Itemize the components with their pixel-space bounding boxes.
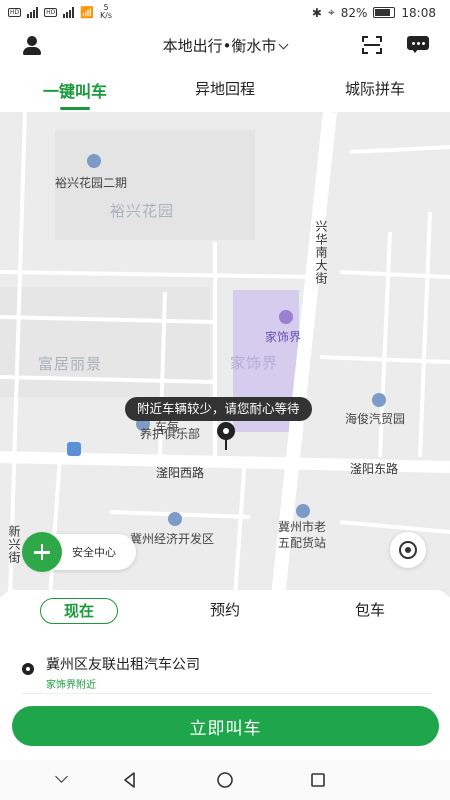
bluetooth-icon: ✱: [311, 5, 322, 20]
booking-panel: 现在 预约 包车 冀州区友联出租汽车公司 家饰界附近 立即叫车: [0, 590, 450, 760]
hide-keyboard-icon[interactable]: [52, 770, 72, 790]
map-label-haijun: 海俊汽贸园: [345, 412, 406, 426]
map-label-fuyang-east: 滏阳东路: [350, 462, 399, 476]
wait-tooltip: 附近车辆较少，请您耐心等待: [125, 397, 312, 421]
map-label-fuyang-west: 滏阳西路: [156, 466, 205, 480]
safety-center-button[interactable]: 安全中心: [22, 532, 136, 572]
service-tabs: 一键叫车 异地回程 城际拼车: [0, 66, 450, 112]
tab-intercity-carpool[interactable]: 城际拼车: [300, 66, 450, 112]
station-poi-icon: [296, 504, 310, 518]
map-label-xinghua-street: 兴华南大街: [314, 220, 328, 285]
map-label-fuju: 富居丽景: [38, 355, 103, 373]
page-title: 本地出行•衡水市: [162, 37, 277, 55]
scan-icon[interactable]: [362, 36, 382, 54]
map-view[interactable]: 裕兴花园二期 裕兴花园 兴华南大街 家饰界 家饰界 富居丽景 海俊汽贸园 车每 …: [0, 112, 450, 597]
signal-icon: [27, 6, 39, 18]
map-label-furniture-poi: 家饰界: [265, 330, 302, 344]
message-icon[interactable]: [407, 36, 429, 54]
system-nav-bar: [0, 760, 450, 800]
status-bar: HD HD 📶 5 K/s ✱ ⌖ 82% 18:08: [0, 0, 450, 26]
tab-reserve[interactable]: 预约: [195, 598, 255, 624]
map-label-furniture-area: 家饰界: [230, 354, 279, 372]
wifi-icon: 📶: [80, 5, 94, 19]
origin-field[interactable]: 冀州区友联出租汽车公司 家饰界附近: [22, 652, 432, 694]
safety-center-label: 安全中心: [72, 546, 116, 559]
tab-return-trip[interactable]: 异地回程: [150, 66, 300, 112]
office-poi-icon: [168, 512, 182, 526]
map-label-old-station: 冀州市老: [278, 520, 327, 534]
origin-dot-icon: [22, 663, 34, 675]
tab-charter[interactable]: 包车: [340, 598, 400, 624]
origin-hint: 家饰界附近: [46, 680, 96, 691]
building-poi-icon: [87, 154, 101, 168]
battery-percent: 82%: [340, 5, 368, 20]
status-icons-right: ✱ ⌖ 82% 18:08: [312, 5, 436, 20]
battery-icon: [373, 7, 396, 18]
tab-one-click-taxi[interactable]: 一键叫车: [0, 66, 150, 112]
network-speed: 5 K/s: [99, 3, 113, 20]
back-icon[interactable]: [120, 770, 140, 790]
shield-plus-icon: [22, 532, 62, 572]
booking-mode-tabs: 现在 预约 包车: [0, 598, 450, 626]
call-taxi-button[interactable]: 立即叫车: [12, 706, 439, 746]
chevron-down-icon: [278, 39, 289, 50]
map-label-yuxing-phase2: 裕兴花园二期: [55, 176, 128, 190]
bus-stop-icon: [67, 442, 81, 456]
map-label-old-station-2: 五配货站: [278, 536, 327, 550]
map-label-xinxing-street: 新兴街: [7, 525, 21, 564]
status-icons-left: HD HD 📶 5 K/s: [8, 4, 112, 20]
location-icon: ⌖: [327, 5, 335, 19]
shop-poi-icon: [279, 310, 293, 324]
tab-now[interactable]: 现在: [40, 598, 118, 624]
car-poi-icon: [372, 393, 386, 407]
pickup-pin-stem: [225, 438, 227, 450]
map-label-car-club-2: 养护俱乐部: [140, 427, 201, 441]
origin-name: 冀州区友联出租汽车公司: [46, 657, 200, 673]
locate-icon[interactable]: [390, 532, 426, 568]
map-label-yuxing-garden: 裕兴花园: [110, 202, 175, 220]
home-icon[interactable]: [215, 770, 235, 790]
map-label-dev-zone: 冀州经济开发区: [130, 532, 215, 546]
recent-apps-icon[interactable]: [308, 770, 328, 790]
city-selector[interactable]: 本地出行•衡水市: [0, 35, 450, 56]
app-header: 本地出行•衡水市: [0, 26, 450, 66]
hd-icon: HD: [44, 7, 58, 17]
clock: 18:08: [401, 5, 436, 20]
hd-icon: HD: [8, 7, 22, 17]
signal-icon: [63, 6, 75, 18]
